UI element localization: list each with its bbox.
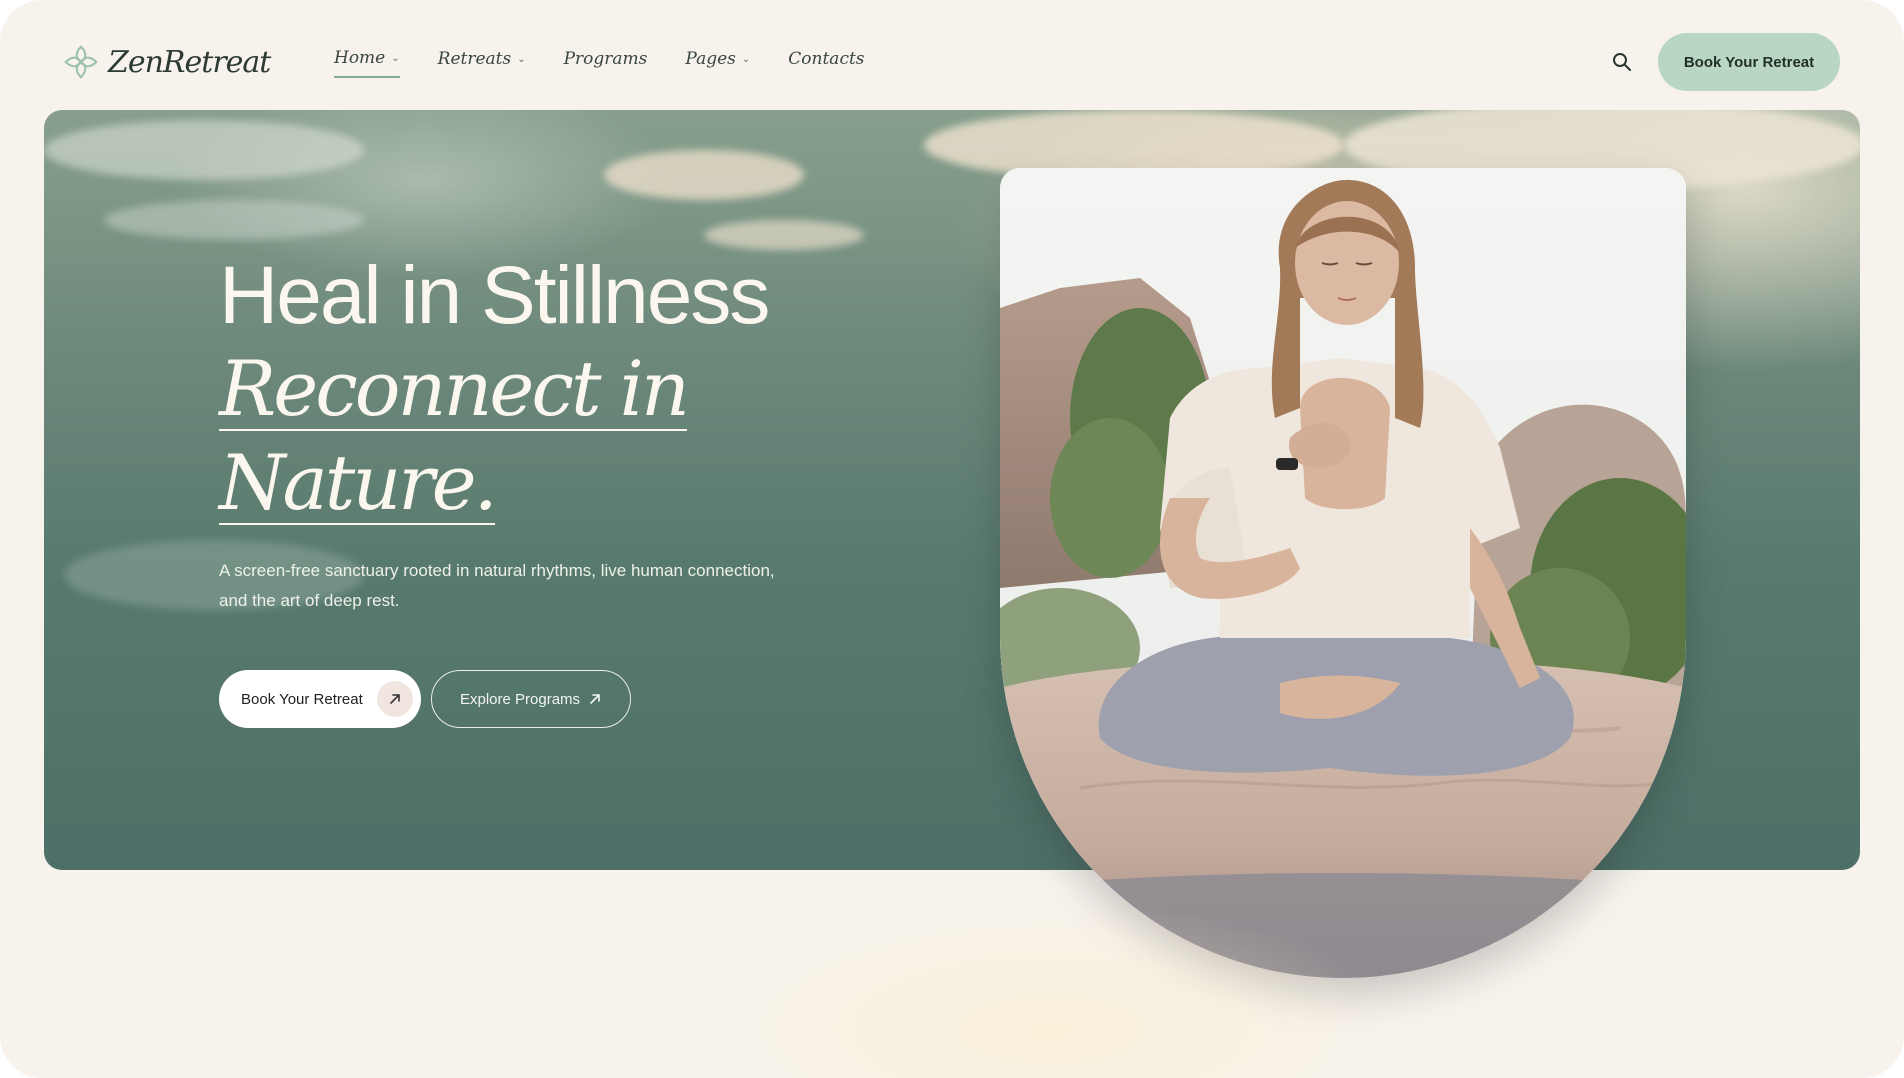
chevron-down-icon: ⌄ — [741, 53, 751, 65]
meditation-illustration — [1000, 168, 1686, 978]
arrow-up-right-icon — [590, 694, 600, 704]
top-navbar: ZenRetreat Home ⌄ Retreats ⌄ Programs Pa… — [0, 0, 1904, 110]
chevron-down-icon: ⌄ — [391, 52, 400, 64]
page-frame: ZenRetreat Home ⌄ Retreats ⌄ Programs Pa… — [0, 0, 1904, 1078]
nav-item-contacts[interactable]: Contacts — [788, 49, 864, 77]
nav-item-label: Programs — [563, 49, 648, 69]
main-menu: Home ⌄ Retreats ⌄ Programs Pages ⌄ Conta… — [334, 48, 865, 78]
hero-title-line-2: Reconnect in — [219, 344, 690, 433]
nav-item-pages[interactable]: Pages ⌄ — [685, 49, 750, 77]
lotus-logo-icon — [64, 45, 98, 79]
nav-item-label: Pages — [685, 49, 736, 69]
hero-meditation-image — [1000, 168, 1686, 978]
hero-description: A screen-free sanctuary rooted in natura… — [219, 561, 775, 610]
nav-item-label: Contacts — [788, 49, 865, 69]
brand-name: ZenRetreat — [108, 44, 271, 80]
button-label: Explore Programs — [460, 690, 581, 708]
nav-item-home[interactable]: Home ⌄ — [334, 48, 400, 78]
hero-title-line-1: Heal in Stillness — [219, 250, 770, 341]
hero-title-line-3: Nature. — [219, 437, 498, 527]
nav-item-label: Home — [334, 48, 386, 68]
nav-item-label: Retreats — [437, 49, 512, 69]
nav-item-retreats[interactable]: Retreats ⌄ — [438, 49, 526, 77]
book-retreat-hero-button[interactable]: Book Your Retreat — [219, 670, 421, 728]
search-icon[interactable] — [1610, 50, 1634, 74]
book-retreat-nav-button[interactable]: Book Your Retreat — [1658, 33, 1840, 91]
chevron-down-icon: ⌄ — [517, 53, 526, 65]
nav-item-programs[interactable]: Programs — [564, 49, 648, 77]
brand-logo[interactable]: ZenRetreat — [62, 40, 271, 84]
explore-programs-button[interactable]: Explore Programs — [431, 670, 631, 728]
hero-title: Heal in Stillness Reconnect in Nature. — [219, 255, 839, 525]
arrow-up-right-icon — [377, 681, 413, 717]
button-label: Book Your Retreat — [241, 690, 363, 708]
